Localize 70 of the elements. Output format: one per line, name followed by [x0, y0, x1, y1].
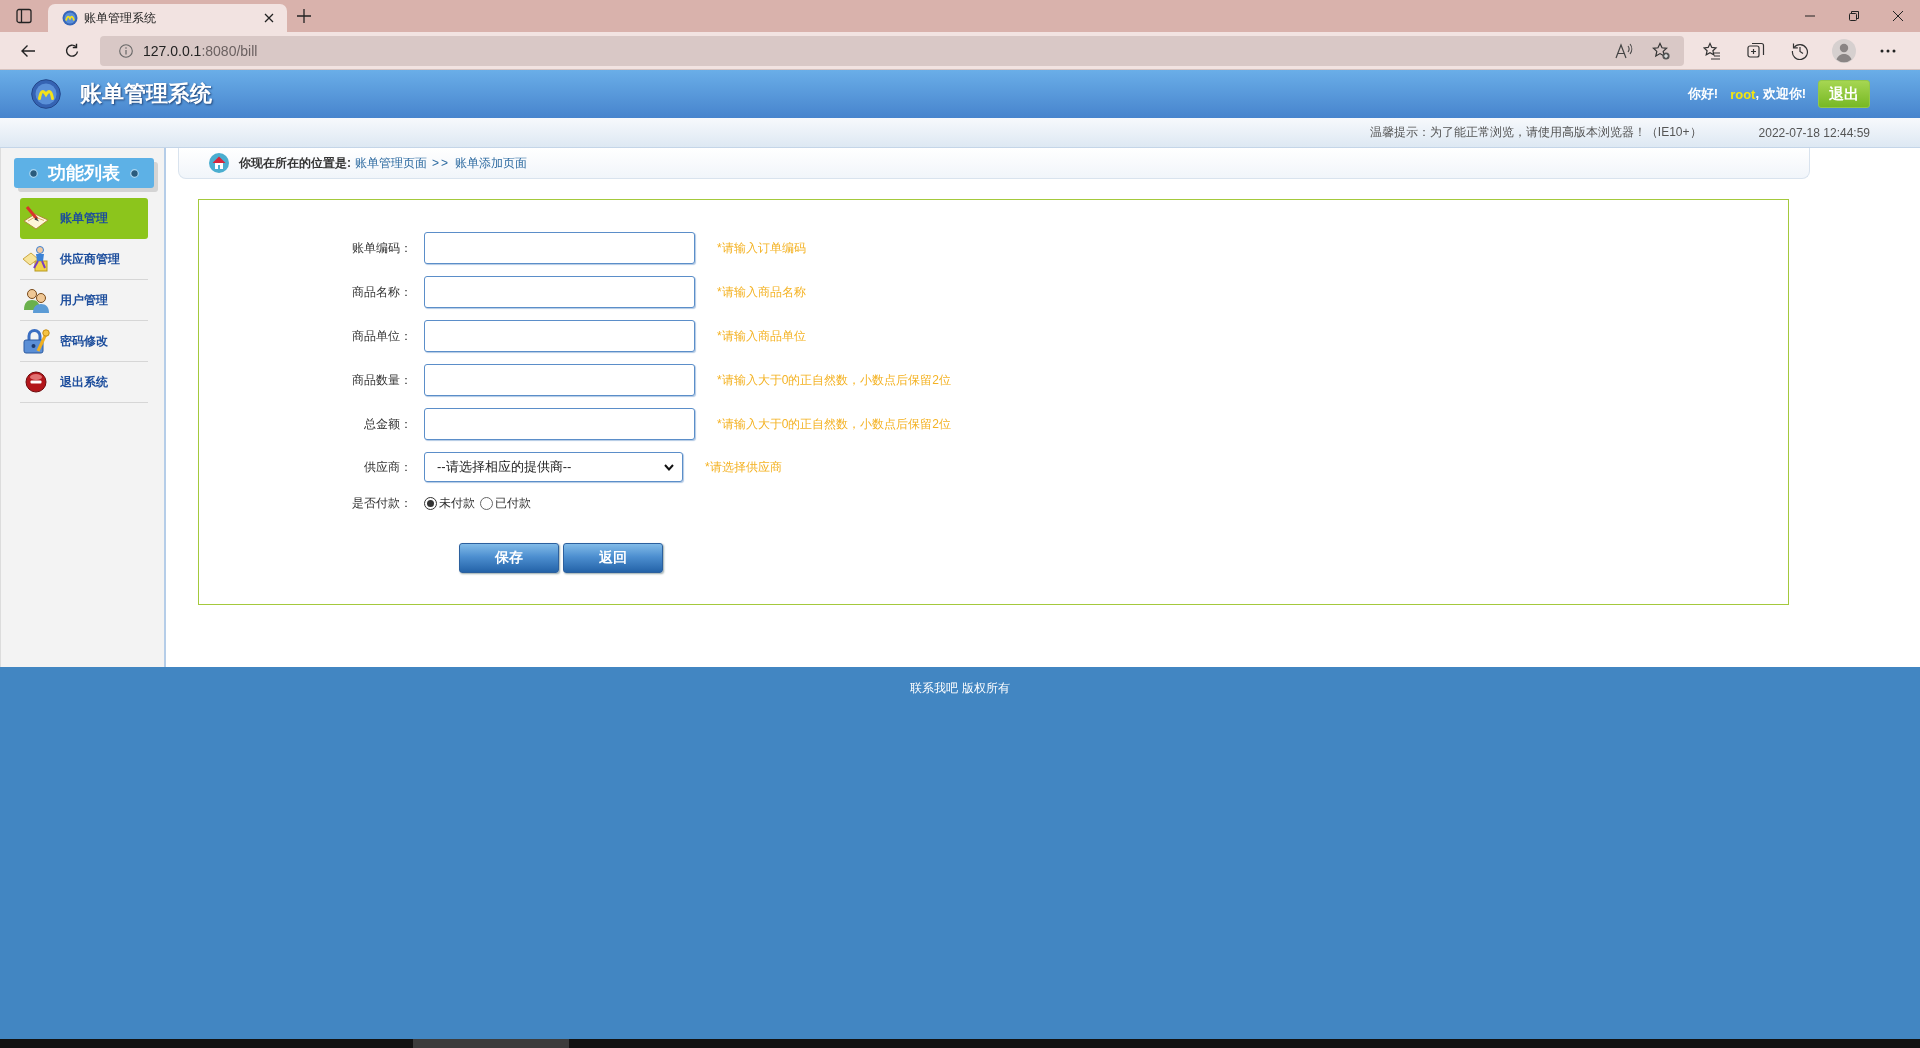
field-label: 总金额：	[363, 415, 412, 433]
info-icon[interactable]	[119, 43, 133, 58]
input-field[interactable]	[424, 408, 695, 440]
history-icon[interactable]	[1791, 41, 1809, 60]
address-bar[interactable]: 127.0.0.1:8080/bill	[100, 35, 1684, 66]
padlock-key-icon	[22, 327, 50, 355]
avatar-icon[interactable]	[1832, 38, 1856, 63]
chevron-down-icon	[664, 463, 674, 471]
breadcrumb-current: 账单添加页面	[455, 154, 527, 172]
close-icon[interactable]	[1893, 11, 1903, 21]
sidebar-item[interactable]: 账单管理	[20, 198, 148, 239]
browser-tab[interactable]: 账单管理系统	[48, 4, 287, 32]
return-button[interactable]: 返回	[563, 543, 663, 573]
bullet-icon	[29, 168, 38, 178]
breadcrumb-separator: >>	[432, 156, 450, 170]
logo-icon	[31, 79, 61, 109]
sidebar-toggle-icon[interactable]	[16, 8, 32, 24]
input-field[interactable]	[424, 320, 695, 352]
footer-text: 联系我吧 版权所有	[910, 681, 1010, 695]
field-hint: *请选择供应商	[705, 458, 782, 476]
field-label: 商品名称：	[351, 283, 412, 301]
field-hint: *请输入订单编码	[717, 239, 806, 257]
field-hint: *请输入大于0的正自然数，小数点后保留2位	[717, 415, 952, 433]
favicon-icon	[62, 10, 78, 26]
field-label: 商品单位：	[351, 327, 412, 345]
save-button[interactable]: 保存	[459, 543, 559, 573]
bullet-icon	[130, 168, 139, 178]
field-hint: *请输入商品单位	[717, 327, 806, 345]
home-icon	[209, 153, 229, 173]
field-label: 供应商：	[363, 458, 412, 476]
favorites-icon[interactable]	[1703, 41, 1721, 60]
radio-label[interactable]: 已付款	[495, 494, 531, 512]
users-icon	[22, 286, 50, 314]
exit-icon	[22, 368, 50, 396]
radio-label[interactable]: 未付款	[439, 494, 475, 512]
close-icon[interactable]	[264, 13, 274, 23]
star-plus-icon[interactable]	[1652, 41, 1670, 60]
sidebar-item[interactable]: 供应商管理	[20, 239, 148, 280]
app-title: 账单管理系统	[80, 80, 212, 108]
notebook-pencil-icon	[22, 204, 50, 232]
field-hint: *请输入大于0的正自然数，小数点后保留2位	[717, 371, 952, 389]
input-field[interactable]	[424, 276, 695, 308]
more-icon[interactable]	[1880, 48, 1896, 53]
worker-box-icon	[22, 245, 50, 273]
sidebar-item[interactable]: 用户管理	[20, 280, 148, 321]
field-hint: *请输入商品名称	[717, 283, 806, 301]
browser-tip: 温馨提示：为了能正常浏览，请使用高版本浏览器！（IE10+）	[1369, 124, 1702, 141]
sidebar-item[interactable]: 退出系统	[20, 362, 148, 403]
new-tab-icon[interactable]	[297, 9, 311, 23]
field-label: 商品数量：	[351, 371, 412, 389]
datetime: 2022-07-18 12:44:59	[1758, 125, 1870, 140]
greeting-text: 你好!	[1687, 85, 1719, 103]
dropdown[interactable]: --请选择相应的提供商--	[424, 452, 683, 482]
breadcrumb-label: 你现在所在的位置是:	[239, 154, 351, 172]
field-label: 账单编码：	[351, 239, 412, 257]
input-field[interactable]	[424, 364, 695, 396]
sidebar-item[interactable]: 密码修改	[20, 321, 148, 362]
username: root	[1730, 86, 1756, 102]
restore-icon[interactable]	[1849, 11, 1859, 21]
collections-icon[interactable]	[1747, 41, 1765, 60]
refresh-icon[interactable]	[64, 42, 80, 59]
welcome-text: , 欢迎你!	[1755, 85, 1806, 103]
read-aloud-icon[interactable]	[1615, 42, 1633, 59]
back-icon[interactable]	[20, 42, 36, 59]
radio-button[interactable]	[480, 496, 493, 510]
input-field[interactable]	[424, 232, 695, 264]
breadcrumb-link[interactable]: 账单管理页面	[355, 154, 427, 172]
sidebar-title: 功能列表	[48, 162, 120, 185]
field-label: 是否付款：	[351, 494, 412, 512]
radio-button[interactable]	[424, 496, 437, 510]
